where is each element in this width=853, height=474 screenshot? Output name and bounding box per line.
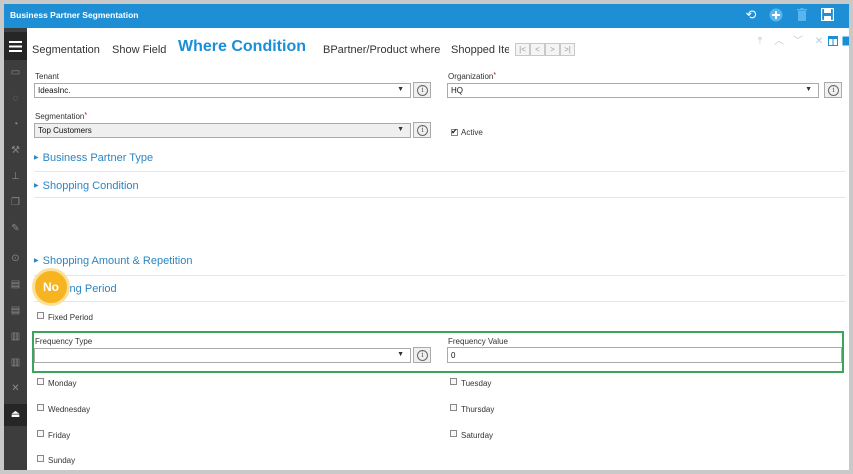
first-record-icon[interactable]: ⤒ (754, 36, 766, 48)
prev-tab-button[interactable]: < (530, 43, 545, 56)
saturday-label: Saturday (461, 431, 494, 440)
document-icon[interactable]: ▤ (4, 300, 27, 322)
tab-navigation: |< < > >| (515, 43, 575, 56)
tuesday-checkbox[interactable] (450, 378, 457, 385)
organization-value: HQ (451, 86, 463, 95)
frequency-type-label: Frequency Type (35, 337, 93, 346)
prev-record-icon[interactable]: ︿ (773, 36, 785, 48)
next-tab-button[interactable]: > (545, 43, 560, 56)
sunday-label: Sunday (48, 456, 76, 465)
divider (34, 275, 846, 276)
monday-label: Monday (48, 379, 77, 388)
saturday-checkbox[interactable] (450, 430, 457, 437)
frequency-type-select[interactable]: ▼ (34, 348, 411, 363)
wednesday-checkbox[interactable] (37, 404, 44, 411)
frequency-value-label: Frequency Value (448, 337, 508, 346)
section-business-partner-type[interactable]: ▶ Business Partner Type (34, 152, 153, 164)
active-label: Active (461, 128, 483, 137)
section-shopping-condition[interactable]: ▶ Shopping Condition (34, 180, 139, 192)
attachment-icon[interactable]: ◌ (4, 88, 27, 110)
file-icon[interactable]: ▥ (4, 326, 27, 348)
segmentation-value: Top Customers (38, 126, 92, 135)
active-checkbox[interactable]: ✔ (451, 127, 458, 136)
chevron-down-icon: ▼ (397, 351, 404, 358)
tab-show-field[interactable]: Show Field (112, 44, 166, 56)
chevron-down-icon: ▼ (805, 86, 812, 93)
fixed-period-label: Fixed Period (48, 313, 93, 322)
first-tab-button[interactable]: |< (515, 43, 530, 56)
caret-right-icon: ▶ (34, 183, 39, 189)
close-icon[interactable]: ✕ (4, 378, 27, 400)
friday-label: Friday (48, 431, 71, 440)
tenant-value: IdeasInc. (38, 86, 71, 95)
thursday-label: Thursday (461, 405, 495, 414)
delete-icon[interactable] (794, 7, 810, 23)
zoom-icon[interactable]: ⊙ (4, 248, 27, 270)
chat-icon[interactable]: ▭ (4, 62, 27, 84)
segmentation-label: Segmentation* (35, 112, 88, 121)
section-shopping-amount-repetition[interactable]: ▶ Shopping Amount & Repetition (34, 255, 192, 267)
segmentation-info-button[interactable]: i (413, 122, 431, 138)
title-bar: Business Partner Segmentation ⟲ (4, 4, 849, 28)
fixed-period-checkbox[interactable] (37, 312, 44, 319)
chevron-down-icon: ▼ (397, 86, 404, 93)
window-title: Business Partner Segmentation (10, 10, 139, 20)
window: Business Partner Segmentation ⟲ ▭ ◌ ◔ ⚒ … (4, 4, 849, 470)
edit-icon[interactable]: ✎ (4, 218, 27, 240)
print-icon[interactable]: ▥ (4, 352, 27, 374)
grid-view-icon[interactable] (827, 36, 839, 48)
export-icon[interactable]: ⏏ (4, 404, 27, 426)
divider (34, 171, 846, 172)
caret-right-icon: ▶ (34, 155, 39, 161)
save-icon[interactable] (819, 7, 835, 23)
tab-segmentation[interactable]: Segmentation (32, 44, 100, 56)
tenant-info-button[interactable]: i (413, 82, 431, 98)
friday-checkbox[interactable] (37, 430, 44, 437)
menu-icon[interactable] (4, 32, 27, 60)
sunday-checkbox[interactable] (37, 455, 44, 462)
palette-icon[interactable]: ◔ (4, 114, 27, 136)
next-record-icon[interactable]: ﹀ (792, 36, 804, 48)
wednesday-label: Wednesday (48, 405, 91, 414)
segmentation-select[interactable]: Top Customers ▼ (34, 123, 411, 138)
refresh-icon[interactable]: ⟲ (743, 7, 759, 23)
frequency-type-info-button[interactable]: i (413, 347, 431, 363)
monday-checkbox[interactable] (37, 378, 44, 385)
info-icon: i (417, 85, 428, 96)
tab-shopped-items[interactable]: Shopped Ite (451, 44, 509, 56)
add-icon[interactable] (768, 7, 784, 23)
info-icon: i (417, 125, 428, 136)
organization-info-button[interactable]: i (824, 82, 842, 98)
tuesday-label: Tuesday (461, 379, 492, 388)
divider (34, 197, 846, 198)
divider (34, 301, 846, 302)
frequency-value-input[interactable]: 0 (447, 347, 842, 363)
tab-bpartner-product-where[interactable]: BPartner/Product where (323, 44, 440, 56)
wrench-icon[interactable]: ⚒ (4, 140, 27, 162)
last-tab-button[interactable]: >| (560, 43, 575, 56)
chevron-down-icon: ▼ (397, 126, 404, 133)
tab-where-condition[interactable]: Where Condition (178, 38, 306, 56)
info-icon: i (417, 350, 428, 361)
thursday-checkbox[interactable] (450, 404, 457, 411)
tenant-select[interactable]: IdeasInc. ▼ (34, 83, 411, 98)
report-icon[interactable]: ▤ (4, 274, 27, 296)
organization-label: Organization* (448, 72, 497, 81)
sidebar: ▭ ◌ ◔ ⚒ ⊥ ❐ ✎ ⊙ ▤ ▤ ▥ ▥ ✕ ⏏ (4, 28, 27, 470)
caret-right-icon: ▶ (34, 258, 39, 264)
form-view-icon[interactable] (840, 36, 849, 48)
collapse-icon[interactable]: ✕ (813, 36, 825, 48)
hierarchy-icon[interactable]: ⊥ (4, 166, 27, 188)
organization-select[interactable]: HQ ▼ (447, 83, 819, 98)
tab-bar: Segmentation Show Field Where Condition … (32, 28, 575, 68)
copy-icon[interactable]: ❐ (4, 192, 27, 214)
tenant-label: Tenant (35, 72, 60, 81)
callout-badge: No (32, 268, 70, 306)
info-icon: i (828, 85, 839, 96)
